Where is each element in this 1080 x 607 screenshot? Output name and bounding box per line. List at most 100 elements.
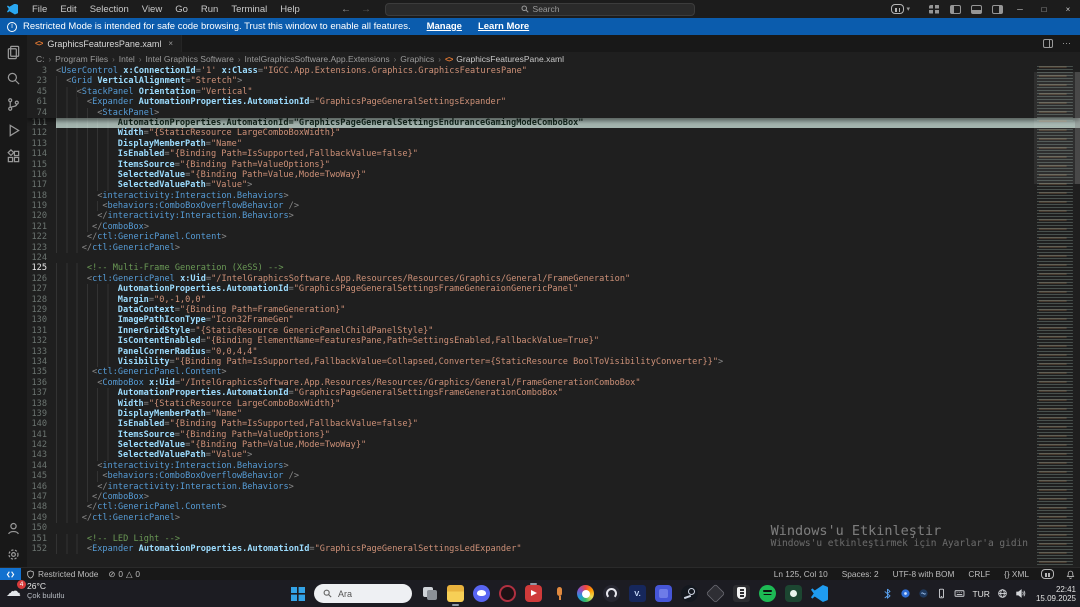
- chevron-down-icon[interactable]: ▾: [906, 5, 910, 13]
- line-number[interactable]: 141: [27, 430, 56, 440]
- search-icon[interactable]: [2, 65, 26, 91]
- code-line[interactable]: 134 Visibility="{Binding Path=IsSupported…: [27, 356, 1080, 368]
- line-number[interactable]: 111: [27, 118, 56, 128]
- spotify-icon[interactable]: [759, 585, 776, 602]
- code-line[interactable]: 111 AutomationProperties.AutomationId="Gr…: [27, 117, 1080, 129]
- line-number[interactable]: 122: [27, 232, 56, 242]
- line-number[interactable]: 117: [27, 180, 56, 190]
- code-line[interactable]: 151 <!-- LED Light -->: [27, 533, 1080, 544]
- minimap-viewport[interactable]: [1034, 72, 1080, 184]
- phone-link-icon[interactable]: [936, 588, 947, 599]
- tray-app-dark-icon[interactable]: [918, 588, 929, 599]
- blue-app-icon[interactable]: [655, 585, 672, 602]
- line-number[interactable]: 143: [27, 450, 56, 460]
- code-line[interactable]: 135 <ctl:GenericPanel.Content>: [27, 367, 1080, 378]
- status-item[interactable]: Ln 125, Col 10: [767, 568, 835, 581]
- code-line[interactable]: 150: [27, 523, 1080, 533]
- line-number[interactable]: 120: [27, 211, 56, 221]
- code-line[interactable]: 130 ImagePathIconType="Icon32FrameGen": [27, 315, 1080, 326]
- breadcrumb-item[interactable]: Intel: [119, 54, 135, 64]
- settings-icon[interactable]: [2, 541, 26, 567]
- line-number[interactable]: 116: [27, 170, 56, 180]
- line-number[interactable]: 123: [27, 243, 56, 253]
- toggle-secondary-sidebar-icon[interactable]: [992, 4, 1003, 14]
- code-line[interactable]: 119 <behaviors:ComboBoxOverflowBehavior /…: [27, 201, 1080, 212]
- line-number[interactable]: 129: [27, 305, 56, 315]
- breadcrumb-file[interactable]: GraphicsFeaturesPane.xaml: [456, 54, 564, 64]
- code-body[interactable]: 111 AutomationProperties.AutomationId="Gr…: [27, 117, 1080, 555]
- extensions-icon[interactable]: [2, 143, 26, 169]
- code-line[interactable]: 123 </ctl:GenericPanel>: [27, 242, 1080, 254]
- obs-icon[interactable]: [603, 585, 620, 602]
- touch-keyboard-icon[interactable]: [954, 588, 965, 599]
- status-item[interactable]: {} XML: [997, 568, 1036, 581]
- restricted-mode-status[interactable]: Restricted Mode: [21, 568, 103, 581]
- code-line[interactable]: 138 Width="{StaticResource LargeComboBoxW…: [27, 398, 1080, 409]
- line-number[interactable]: 139: [27, 409, 56, 419]
- maximize-button[interactable]: □: [1032, 0, 1056, 18]
- toggle-panel-icon[interactable]: [971, 4, 982, 14]
- task-view-icon[interactable]: [421, 585, 438, 602]
- media-app-icon[interactable]: [525, 583, 542, 602]
- forward-icon[interactable]: →: [361, 4, 371, 15]
- status-item[interactable]: Spaces: 2: [835, 568, 886, 581]
- code-line[interactable]: 126 <ctl:GenericPanel x:Uid="/IntelGraphi…: [27, 273, 1080, 285]
- network-globe-icon[interactable]: [997, 588, 1008, 599]
- notifications-bell-icon[interactable]: [1061, 568, 1080, 581]
- weather-widget[interactable]: ☁ 4 26°C Çok bulutlu: [6, 579, 65, 600]
- line-number[interactable]: 74: [27, 108, 56, 118]
- line-number[interactable]: 132: [27, 336, 56, 346]
- sticky-scroll[interactable]: 3 <UserControl x:ConnectionId='1' x:Class…: [27, 66, 1080, 118]
- code-editor[interactable]: 3 <UserControl x:ConnectionId='1' x:Class…: [27, 66, 1080, 567]
- line-number[interactable]: 113: [27, 139, 56, 149]
- microphone-app-icon[interactable]: [551, 585, 568, 602]
- code-line[interactable]: 121 </ComboBox>: [27, 221, 1080, 233]
- menu-item[interactable]: View: [136, 2, 168, 17]
- copilot-status-icon[interactable]: [1036, 568, 1061, 581]
- explorer-icon[interactable]: [2, 39, 26, 65]
- code-line[interactable]: 117 SelectedValuePath="Value">: [27, 180, 1080, 191]
- code-line[interactable]: 149 </ctl:GenericPanel>: [27, 512, 1080, 524]
- menu-item[interactable]: Edit: [54, 2, 82, 17]
- line-number[interactable]: 118: [27, 191, 56, 201]
- line-number[interactable]: 151: [27, 534, 56, 544]
- source-control-icon[interactable]: [2, 91, 26, 117]
- code-line[interactable]: 127 AutomationProperties.AutomationId="Gr…: [27, 284, 1080, 295]
- code-line[interactable]: 120 </interactivity:Interaction.Behaviors…: [27, 211, 1080, 222]
- line-number[interactable]: 114: [27, 149, 56, 159]
- code-line[interactable]: 112 Width="{StaticResource LargeComboBoxW…: [27, 128, 1080, 139]
- ring-app-icon[interactable]: [499, 585, 516, 602]
- code-line[interactable]: 142 SelectedValue="{Binding Path=Value,Mo…: [27, 440, 1080, 451]
- code-line[interactable]: 118 <interactivity:Interaction.Behaviors>: [27, 190, 1080, 202]
- line-number[interactable]: 146: [27, 482, 56, 492]
- line-number[interactable]: 128: [27, 295, 56, 305]
- back-icon[interactable]: ←: [341, 4, 351, 15]
- line-number[interactable]: 125: [27, 263, 56, 273]
- menu-item[interactable]: Help: [274, 2, 306, 17]
- breadcrumb-item[interactable]: Graphics: [400, 54, 434, 64]
- breadcrumb-item[interactable]: Program Files: [55, 54, 108, 64]
- breadcrumb-item[interactable]: C:: [36, 54, 45, 64]
- code-line[interactable]: 113 DisplayMemberPath="Name": [27, 138, 1080, 150]
- scrollbar-thumb[interactable]: [1075, 72, 1080, 184]
- code-line[interactable]: 115 ItemsSource="{Binding Path=ValueOptio…: [27, 159, 1080, 170]
- code-line[interactable]: 45 <StackPanel Orientation="Vertical": [27, 86, 1080, 98]
- code-line[interactable]: 23 <Grid VerticalAlignment="Stretch">: [27, 76, 1080, 87]
- code-line[interactable]: 136 <ComboBox x:Uid="/IntelGraphicsSoftwa…: [27, 377, 1080, 389]
- steam-icon[interactable]: [681, 585, 698, 602]
- line-number[interactable]: 144: [27, 461, 56, 471]
- breadcrumb-item[interactable]: Intel Graphics Software: [146, 54, 234, 64]
- accounts-icon[interactable]: [2, 515, 26, 541]
- minimap[interactable]: [1034, 66, 1080, 567]
- run-and-debug-icon[interactable]: [2, 117, 26, 143]
- epic-games-icon[interactable]: [733, 585, 750, 602]
- line-number[interactable]: 140: [27, 419, 56, 429]
- file-explorer-icon[interactable]: [447, 585, 464, 606]
- line-number[interactable]: 134: [27, 357, 56, 367]
- line-number[interactable]: 150: [27, 523, 56, 533]
- tab-close-icon[interactable]: ×: [168, 39, 173, 48]
- line-number[interactable]: 136: [27, 378, 56, 388]
- code-line[interactable]: 128 Margin="0,-1,0,0": [27, 294, 1080, 305]
- code-line[interactable]: 132 IsContentEnabled="{Binding ElementNam…: [27, 336, 1080, 347]
- code-line[interactable]: 139 DisplayMemberPath="Name": [27, 408, 1080, 420]
